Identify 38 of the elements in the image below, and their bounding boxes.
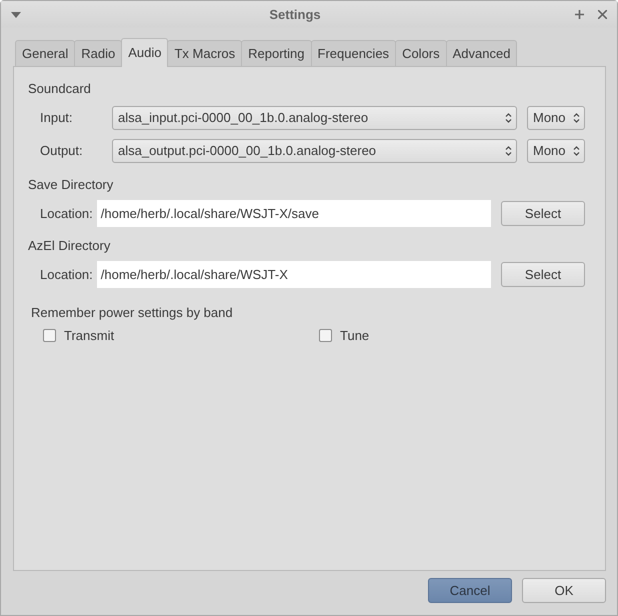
spin-arrows-icon	[573, 112, 580, 124]
tab[interactable]: Radio	[74, 40, 122, 66]
location-field[interactable]: /home/herb/.local/share/WSJT-X/save	[96, 200, 491, 227]
window-menu-icon[interactable]	[11, 12, 21, 18]
section-title: Save Directory	[28, 177, 114, 192]
tab[interactable]: Reporting	[241, 40, 312, 66]
spin-arrows-icon	[505, 144, 512, 156]
select-button[interactable]: Select	[501, 262, 585, 287]
channel-dropdown[interactable]: Mono	[527, 106, 585, 130]
field-label: Input:	[40, 110, 74, 125]
spin-arrows-icon	[505, 112, 512, 124]
location-field[interactable]: /home/herb/.local/share/WSJT-X	[96, 261, 491, 288]
window-title: Settings	[268, 7, 322, 22]
tab[interactable]: Tx Macros	[167, 40, 242, 66]
tab[interactable]: Audio	[121, 38, 168, 67]
section-title: Soundcard	[28, 81, 92, 96]
section-title: AzEl Directory	[28, 238, 112, 253]
channel-dropdown[interactable]: Mono	[527, 138, 585, 162]
dialog-button[interactable]: Cancel	[428, 578, 512, 603]
tab[interactable]: Colors	[395, 40, 447, 66]
device-dropdown[interactable]: alsa_input.pci-0000_00_1b.0.analog-stereo	[112, 106, 517, 130]
checkbox-label: Transmit	[64, 328, 114, 343]
checkbox-label: Tune	[340, 328, 370, 343]
spin-arrows-icon	[573, 144, 580, 156]
select-button[interactable]: Select	[501, 201, 585, 226]
field-label: Output:	[40, 143, 84, 158]
field-label: Location:	[40, 267, 93, 282]
checkbox[interactable]	[319, 329, 332, 342]
tab[interactable]: Frequencies	[310, 40, 396, 66]
tab[interactable]: General	[15, 40, 76, 66]
close-icon[interactable]	[598, 10, 607, 19]
dialog-button[interactable]: OK	[522, 578, 606, 603]
device-dropdown[interactable]: alsa_output.pci-0000_00_1b.0.analog-stereo	[112, 138, 517, 162]
field-label: Location:	[40, 206, 93, 221]
tab[interactable]: Advanced	[446, 40, 518, 66]
checkbox[interactable]	[43, 329, 56, 342]
section-title: Remember power settings by band	[30, 305, 234, 320]
plus-icon[interactable]	[575, 10, 584, 19]
